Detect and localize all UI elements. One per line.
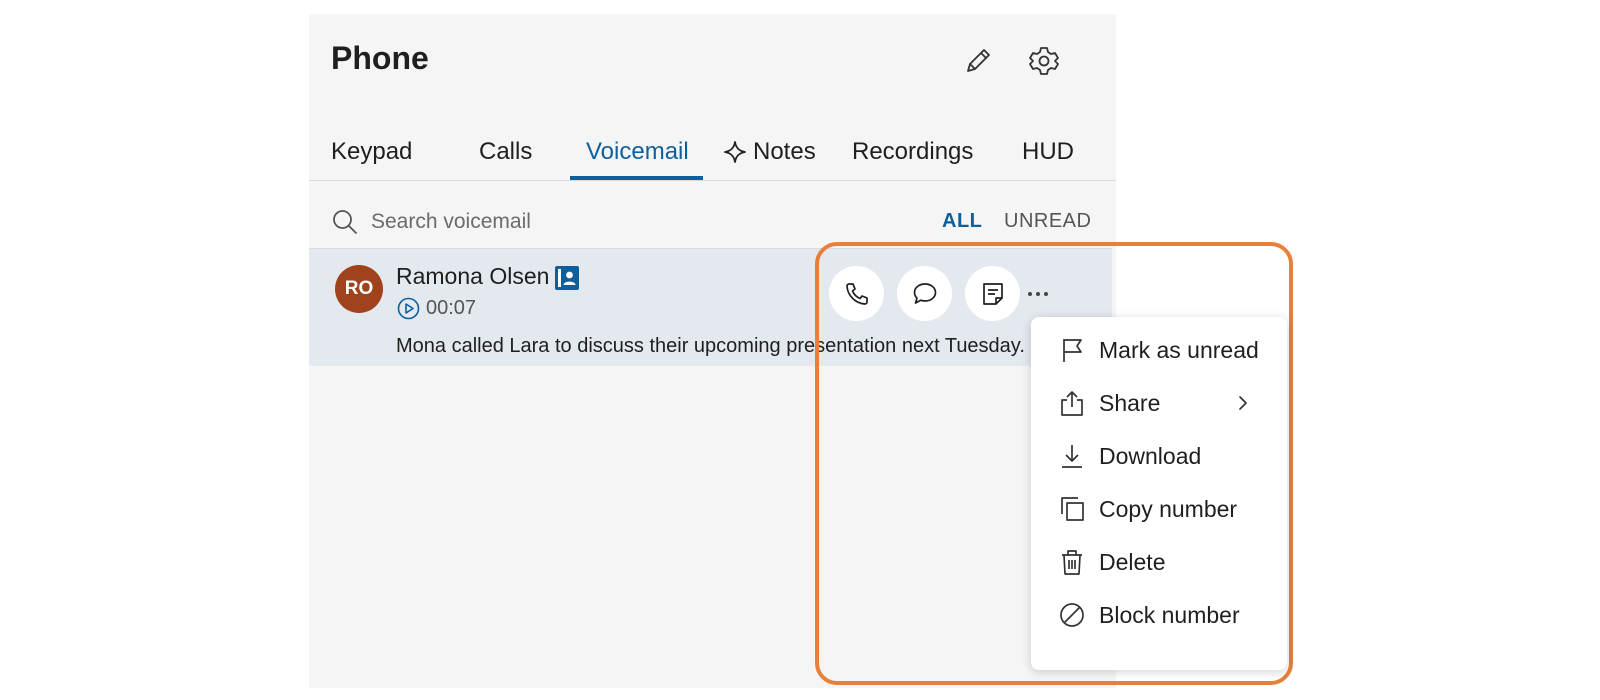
menu-item-label: Mark as unread	[1099, 336, 1259, 363]
call-back-button[interactable]	[829, 266, 884, 321]
active-tab-indicator	[570, 176, 703, 180]
chevron-right-icon	[1234, 394, 1252, 412]
menu-item-label: Block number	[1099, 601, 1240, 628]
filter-all[interactable]: ALL	[942, 210, 982, 233]
search-input[interactable]	[371, 204, 891, 240]
menu-item-label: Download	[1099, 442, 1202, 469]
menu-item-share[interactable]: Share	[1031, 376, 1287, 430]
phone-panel: Phone Keypad Calls Voicemail Notes Recor…	[309, 14, 1116, 688]
menu-item-label: Share	[1099, 389, 1161, 416]
page-title: Phone	[331, 40, 429, 76]
tab-recordings[interactable]: Recordings	[852, 138, 973, 166]
context-menu: Mark as unread Share Download Copy numbe…	[1031, 317, 1287, 670]
note-icon	[980, 281, 1006, 307]
search-icon	[331, 208, 359, 236]
contact-card-icon	[554, 265, 580, 291]
voicemail-transcript: Mona called Lara to discuss their upcomi…	[396, 335, 1025, 357]
flag-icon	[1058, 336, 1086, 364]
play-icon[interactable]	[397, 297, 420, 320]
gear-icon[interactable]	[1027, 44, 1061, 78]
download-icon	[1058, 442, 1086, 470]
trash-icon	[1058, 548, 1086, 576]
menu-item-copy-number[interactable]: Copy number	[1031, 482, 1287, 536]
menu-item-mark-as-unread[interactable]: Mark as unread	[1031, 323, 1287, 377]
tab-voicemail[interactable]: Voicemail	[586, 138, 689, 166]
menu-item-block-number[interactable]: Block number	[1031, 588, 1287, 642]
tab-notes[interactable]: Notes	[723, 138, 816, 166]
menu-item-delete[interactable]: Delete	[1031, 535, 1287, 589]
more-icon	[1025, 290, 1051, 298]
share-icon	[1058, 389, 1086, 417]
tab-recordings-label: Recordings	[852, 138, 974, 165]
tab-hud-label: HUD	[1022, 138, 1074, 165]
tab-calls[interactable]: Calls	[479, 138, 532, 166]
tab-notes-label: Notes	[753, 138, 816, 165]
copy-icon	[1058, 495, 1086, 523]
tab-calls-label: Calls	[479, 138, 533, 165]
pencil-icon[interactable]	[961, 44, 995, 78]
tab-voicemail-label: Voicemail	[586, 138, 689, 165]
filter-unread[interactable]: UNREAD	[1004, 210, 1091, 233]
voicemail-duration: 00:07	[426, 297, 477, 319]
tab-keypad[interactable]: Keypad	[331, 138, 412, 166]
block-icon	[1058, 601, 1086, 629]
voicemail-item[interactable]: RO Ramona Olsen 00:07 Mona called Lara t…	[309, 248, 1112, 366]
menu-item-label: Delete	[1099, 548, 1166, 575]
sparkle-icon	[723, 140, 747, 164]
more-options-button[interactable]	[1021, 277, 1055, 311]
menu-item-download[interactable]: Download	[1031, 429, 1287, 483]
avatar-initials: RO	[344, 278, 374, 299]
tab-bar: Keypad Calls Voicemail Notes Recordings …	[309, 122, 1116, 181]
note-button[interactable]	[965, 266, 1020, 321]
menu-item-label: Copy number	[1099, 495, 1238, 522]
tab-hud[interactable]: HUD	[1022, 138, 1074, 166]
phone-icon	[844, 281, 870, 307]
chat-icon	[912, 281, 938, 307]
caller-name: Ramona Olsen	[396, 263, 550, 289]
message-button[interactable]	[897, 266, 952, 321]
tab-keypad-label: Keypad	[331, 138, 413, 165]
avatar: RO	[335, 265, 383, 313]
